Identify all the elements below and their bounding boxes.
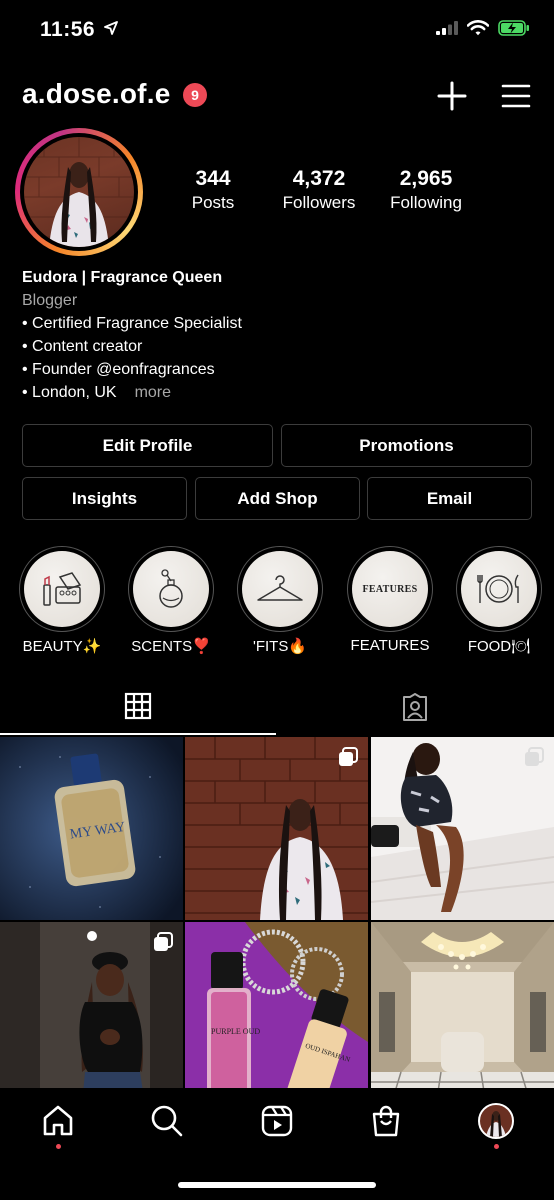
- highlight-label: SCENTS❣️: [131, 638, 211, 655]
- battery-charging-icon: [498, 20, 529, 36]
- bio-display-name: Eudora | Fragrance Queen: [22, 269, 223, 286]
- cellular-signal-icon: [436, 21, 458, 35]
- highlight-scents[interactable]: SCENTS❣️: [128, 546, 214, 655]
- highlight-fits[interactable]: 'FITS🔥: [237, 546, 323, 655]
- following-count: 2,965: [399, 167, 453, 190]
- home-icon[interactable]: [41, 1104, 75, 1138]
- followers-label: Followers: [282, 193, 356, 212]
- posts-label: Posts: [191, 193, 235, 212]
- perfume-bottle-icon: [159, 569, 183, 608]
- reels-icon[interactable]: [260, 1104, 294, 1138]
- grid-icon[interactable]: [124, 692, 152, 720]
- bio-line: • Content creator: [22, 338, 143, 355]
- bio-category: Blogger: [22, 292, 78, 309]
- hanger-icon: [257, 575, 303, 601]
- home-indicator: [178, 1182, 376, 1188]
- profile-photo: [24, 137, 134, 247]
- post-tile[interactable]: [371, 737, 554, 920]
- stat-followers[interactable]: 4,372 Followers: [259, 166, 379, 214]
- tagged-person-icon[interactable]: [400, 692, 430, 722]
- bottle-label-text: PURPLE OUD: [211, 1027, 260, 1036]
- profile-avatar-large[interactable]: [15, 128, 143, 256]
- plate-cutlery-icon: [477, 574, 519, 603]
- post-tile[interactable]: [0, 922, 183, 1105]
- shop-icon[interactable]: [369, 1104, 403, 1138]
- stat-following[interactable]: 2,965 Following: [366, 166, 486, 214]
- wifi-icon: [467, 20, 489, 36]
- profile-avatar[interactable]: [478, 1103, 514, 1139]
- promotions-button[interactable]: Promotions: [281, 424, 532, 467]
- bio-line: • London, UK: [22, 384, 117, 401]
- followers-count: 4,372: [292, 167, 346, 190]
- profile-bio: Eudora | Fragrance Queen Blogger • Certi…: [22, 266, 242, 404]
- highlight-label: FEATURES: [350, 637, 430, 654]
- post-tile[interactable]: [185, 737, 368, 920]
- highlight-features[interactable]: FEATURES FEATURES: [347, 546, 433, 654]
- makeup-palette-icon: [43, 572, 82, 606]
- notification-badge[interactable]: 9: [183, 83, 207, 107]
- edit-profile-button[interactable]: Edit Profile: [22, 424, 273, 467]
- status-time: 11:56: [40, 18, 119, 42]
- email-button[interactable]: Email: [367, 477, 532, 520]
- bio-more-link[interactable]: more: [135, 384, 171, 401]
- highlight-label: 'FITS🔥: [252, 638, 308, 655]
- post-tile[interactable]: MY WAY: [0, 737, 183, 920]
- multiple-photos-icon: [154, 932, 173, 951]
- features-cover-text: FEATURES: [362, 583, 418, 595]
- highlight-beauty[interactable]: BEAUTY✨: [19, 546, 105, 655]
- post-tile[interactable]: PURPLE OUD OUD ISPAHAN: [185, 922, 368, 1105]
- multiple-photos-icon: [525, 747, 544, 766]
- active-tab-indicator: [0, 733, 276, 735]
- bio-line: • Founder @eonfragrances: [22, 361, 215, 378]
- highlight-food[interactable]: FOOD🍽: [456, 546, 542, 655]
- insights-button[interactable]: Insights: [22, 477, 187, 520]
- multiple-photos-icon: [339, 747, 358, 766]
- highlight-label: BEAUTY✨: [22, 638, 102, 655]
- menu-hamburger-icon[interactable]: [500, 80, 532, 112]
- stat-posts[interactable]: 344 Posts: [153, 166, 273, 214]
- create-plus-icon[interactable]: [436, 80, 468, 112]
- following-label: Following: [390, 193, 462, 212]
- location-arrow-icon: [104, 21, 119, 35]
- profile-activity-dot: [494, 1144, 499, 1149]
- post-tile[interactable]: [371, 922, 554, 1105]
- highlight-label: FOOD🍽: [467, 638, 531, 655]
- posts-count: 344: [195, 167, 231, 190]
- add-shop-button[interactable]: Add Shop: [195, 477, 360, 520]
- bio-line: • Certified Fragrance Specialist: [22, 315, 242, 332]
- home-activity-dot: [56, 1144, 61, 1149]
- search-icon[interactable]: [150, 1104, 184, 1138]
- profile-username[interactable]: a.dose.of.e: [22, 78, 170, 110]
- status-indicators: [436, 20, 530, 36]
